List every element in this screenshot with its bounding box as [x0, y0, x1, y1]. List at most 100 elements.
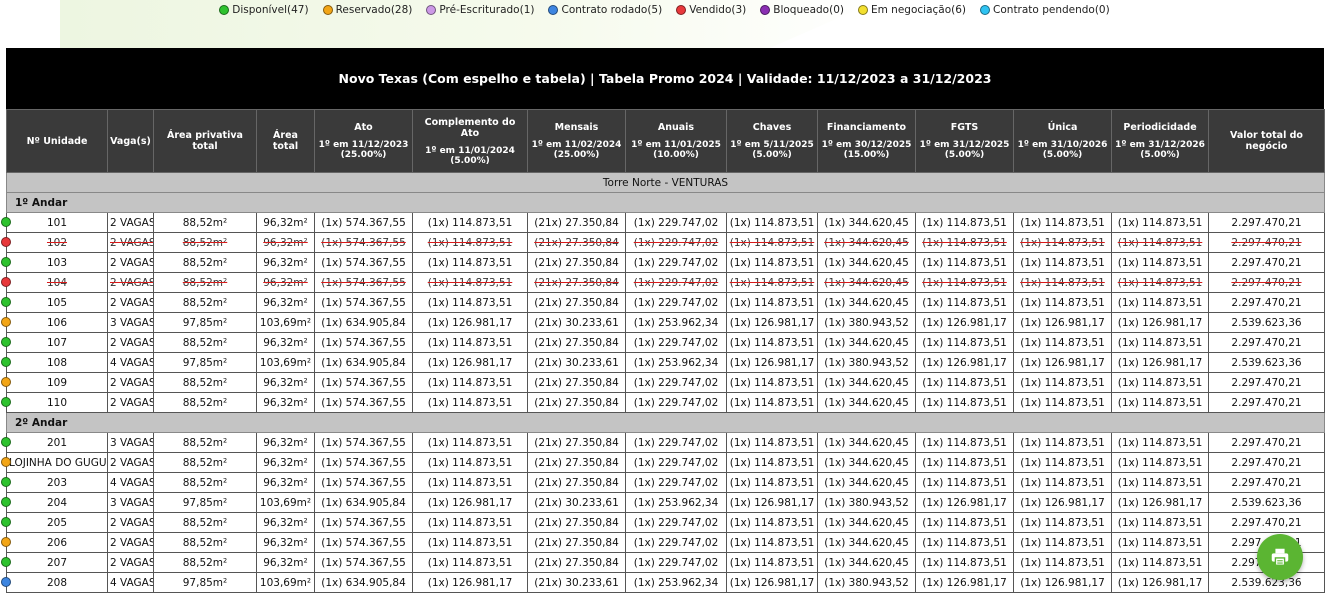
cell-value: (1x) 126.981,17	[1020, 356, 1105, 369]
table-row[interactable]: LOJINHA DO GUGU 2 VAGAS 88,52m² 96,32m² (1x)…	[1, 452, 1325, 473]
table-row[interactable]: 110 2 VAGAS 88,52m² 96,32m² (1x) 574.367,55 (…	[1, 392, 1325, 413]
cell-value: (1x) 114.873,51	[922, 556, 1007, 569]
legend-item[interactable]: Vendido(3)	[676, 4, 746, 16]
table-cell: (1x) 380.943,52	[817, 492, 916, 513]
status-dot-icon	[1, 517, 11, 527]
table-cell: (1x) 126.981,17	[1013, 312, 1112, 333]
table-row[interactable]: 104 2 VAGAS 88,52m² 96,32m² (1x) 574.367,55 (…	[1, 272, 1325, 293]
legend-item[interactable]: Disponível(47)	[219, 4, 309, 16]
legend-label: Disponível(47)	[232, 4, 309, 16]
legend-item[interactable]: Em negociação(6)	[857, 4, 966, 16]
table-cell: (1x) 114.873,51	[1013, 332, 1112, 353]
unit-cell: 110	[1, 392, 108, 413]
legend-item[interactable]: Bloqueado(0)	[760, 4, 844, 16]
cell-value: 4 VAGAS	[110, 476, 154, 489]
cell-value: 2 VAGAS	[110, 216, 154, 229]
table-cell: (1x) 114.873,51	[1013, 392, 1112, 413]
table-cell: (1x) 126.981,17	[1013, 492, 1112, 513]
cell-value: (1x) 114.873,51	[1117, 456, 1203, 469]
print-button[interactable]	[1257, 534, 1303, 580]
table-cell: (1x) 114.873,51	[1013, 372, 1112, 393]
cell-value: 107	[46, 336, 68, 349]
cell-value: (1x) 114.873,51	[729, 476, 815, 489]
table-row[interactable]: 103 2 VAGAS 88,52m² 96,32m² (1x) 574.367,55 (…	[1, 252, 1325, 273]
table-cell: 96,32m²	[256, 512, 315, 533]
cell-value: 88,52m²	[182, 396, 228, 409]
table-cell: (1x) 344.620,45	[817, 512, 916, 533]
table-cell: (1x) 126.981,17	[1111, 312, 1209, 333]
cell-value: 96,32m²	[263, 256, 308, 269]
table-cell: 2.297.470,21	[1208, 232, 1325, 253]
table-row[interactable]: 101 2 VAGAS 88,52m² 96,32m² (1x) 574.367,55 (…	[1, 212, 1325, 233]
column-header-subtitle: 1º em 31/12/2026 (5.00%)	[1115, 140, 1205, 160]
cell-value: (1x) 114.873,51	[1020, 256, 1105, 269]
table-cell: (1x) 229.747,02	[625, 392, 727, 413]
cell-value: (1x) 114.873,51	[922, 336, 1007, 349]
cell-value: (21x) 27.350,84	[534, 516, 619, 529]
legend-item[interactable]: Contrato rodado(5)	[548, 4, 662, 16]
legend-item[interactable]: Pré-Escriturado(1)	[426, 4, 534, 16]
unit-cell: 205	[1, 512, 108, 533]
legend-item[interactable]: Reservado(28)	[322, 4, 412, 16]
cell-value: (1x) 126.981,17	[922, 316, 1007, 329]
table-cell: (1x) 114.873,51	[412, 392, 528, 413]
table-cell: 88,52m²	[153, 512, 257, 533]
cell-value: (1x) 114.873,51	[1117, 516, 1203, 529]
cell-value: (1x) 126.981,17	[729, 576, 815, 589]
table-row[interactable]: 107 2 VAGAS 88,52m² 96,32m² (1x) 574.367,55 (…	[1, 332, 1325, 353]
cell-value: (1x) 634.905,84	[321, 356, 406, 369]
table-row[interactable]: 108 4 VAGAS 97,85m² 103,69m² (1x) 634.905,84…	[1, 352, 1325, 373]
table-cell: (1x) 574.367,55	[314, 552, 413, 573]
table-cell: 2 VAGAS	[107, 392, 154, 413]
table-row[interactable]: 205 2 VAGAS 88,52m² 96,32m² (1x) 574.367,55 (…	[1, 512, 1325, 533]
table-row[interactable]: 106 3 VAGAS 97,85m² 103,69m² (1x) 634.905,84…	[1, 312, 1325, 333]
table-cell: (1x) 126.981,17	[1111, 352, 1209, 373]
cell-value: 3 VAGAS	[110, 316, 154, 329]
table-cell: (1x) 344.620,45	[817, 452, 916, 473]
table-cell: (1x) 114.873,51	[726, 452, 818, 473]
status-dot-icon	[1, 257, 11, 267]
table-cell: (1x) 574.367,55	[314, 432, 413, 453]
cell-value: (1x) 229.747,02	[633, 336, 719, 349]
tower-name: Torre Norte - VENTURAS	[6, 172, 1325, 193]
cell-value: 3 VAGAS	[110, 436, 154, 449]
table-row[interactable]: 206 2 VAGAS 88,52m² 96,32m² (1x) 574.367,55 (…	[1, 532, 1325, 553]
table-cell: (1x) 114.873,51	[726, 232, 818, 253]
table-cell: (1x) 229.747,02	[625, 472, 727, 493]
table-row[interactable]: 203 4 VAGAS 88,52m² 96,32m² (1x) 574.367,55 (…	[1, 472, 1325, 493]
table-row[interactable]: 207 2 VAGAS 88,52m² 96,32m² (1x) 574.367,55 (…	[1, 552, 1325, 573]
cell-value: (1x) 229.747,02	[633, 456, 719, 469]
table-row[interactable]: 208 4 VAGAS 97,85m² 103,69m² (1x) 634.905,84…	[1, 572, 1325, 593]
table-cell: (1x) 574.367,55	[314, 532, 413, 553]
cell-value: 2.297.470,21	[1231, 336, 1302, 349]
table-cell: 88,52m²	[153, 292, 257, 313]
floor-label: 2º Andar	[6, 412, 1325, 433]
cell-value: (1x) 253.962,34	[633, 496, 719, 509]
cell-value: (1x) 114.873,51	[729, 536, 815, 549]
cell-value: (1x) 114.873,51	[427, 456, 513, 469]
cell-value: (1x) 344.620,45	[824, 536, 909, 549]
cell-value: (1x) 126.981,17	[1117, 576, 1203, 589]
column-header-label: Área privativa total	[167, 130, 243, 152]
legend-item[interactable]: Contrato pendendo(0)	[980, 4, 1110, 16]
cell-value: (1x) 114.873,51	[1020, 396, 1105, 409]
table-cell: (1x) 380.943,52	[817, 312, 916, 333]
table-row[interactable]: 201 3 VAGAS 88,52m² 96,32m² (1x) 574.367,55 (…	[1, 432, 1325, 453]
cell-value: (1x) 114.873,51	[427, 396, 513, 409]
table-cell: (21x) 27.350,84	[527, 432, 626, 453]
table-cell: (1x) 114.873,51	[1013, 452, 1112, 473]
table-cell: (1x) 126.981,17	[412, 352, 528, 373]
table-row[interactable]: 204 3 VAGAS 97,85m² 103,69m² (1x) 634.905,84…	[1, 492, 1325, 513]
table-cell: (21x) 27.350,84	[527, 252, 626, 273]
cell-value: 2 VAGAS	[110, 396, 154, 409]
table-row[interactable]: 109 2 VAGAS 88,52m² 96,32m² (1x) 574.367,55 (…	[1, 372, 1325, 393]
table-cell: (1x) 344.620,45	[817, 252, 916, 273]
table-cell: (1x) 114.873,51	[726, 552, 818, 573]
table-row[interactable]: 105 2 VAGAS 88,52m² 96,32m² (1x) 574.367,55 (…	[1, 292, 1325, 313]
cell-value: (1x) 574.367,55	[321, 396, 406, 409]
cell-value: (1x) 126.981,17	[427, 496, 513, 509]
table-row[interactable]: 102 2 VAGAS 88,52m² 96,32m² (1x) 574.367,55 (…	[1, 232, 1325, 253]
column-header: Periodicidade 1º em 31/12/2026 (5.00%)	[1111, 109, 1209, 173]
cell-value: (1x) 574.367,55	[321, 556, 406, 569]
cell-value: 3 VAGAS	[110, 496, 154, 509]
